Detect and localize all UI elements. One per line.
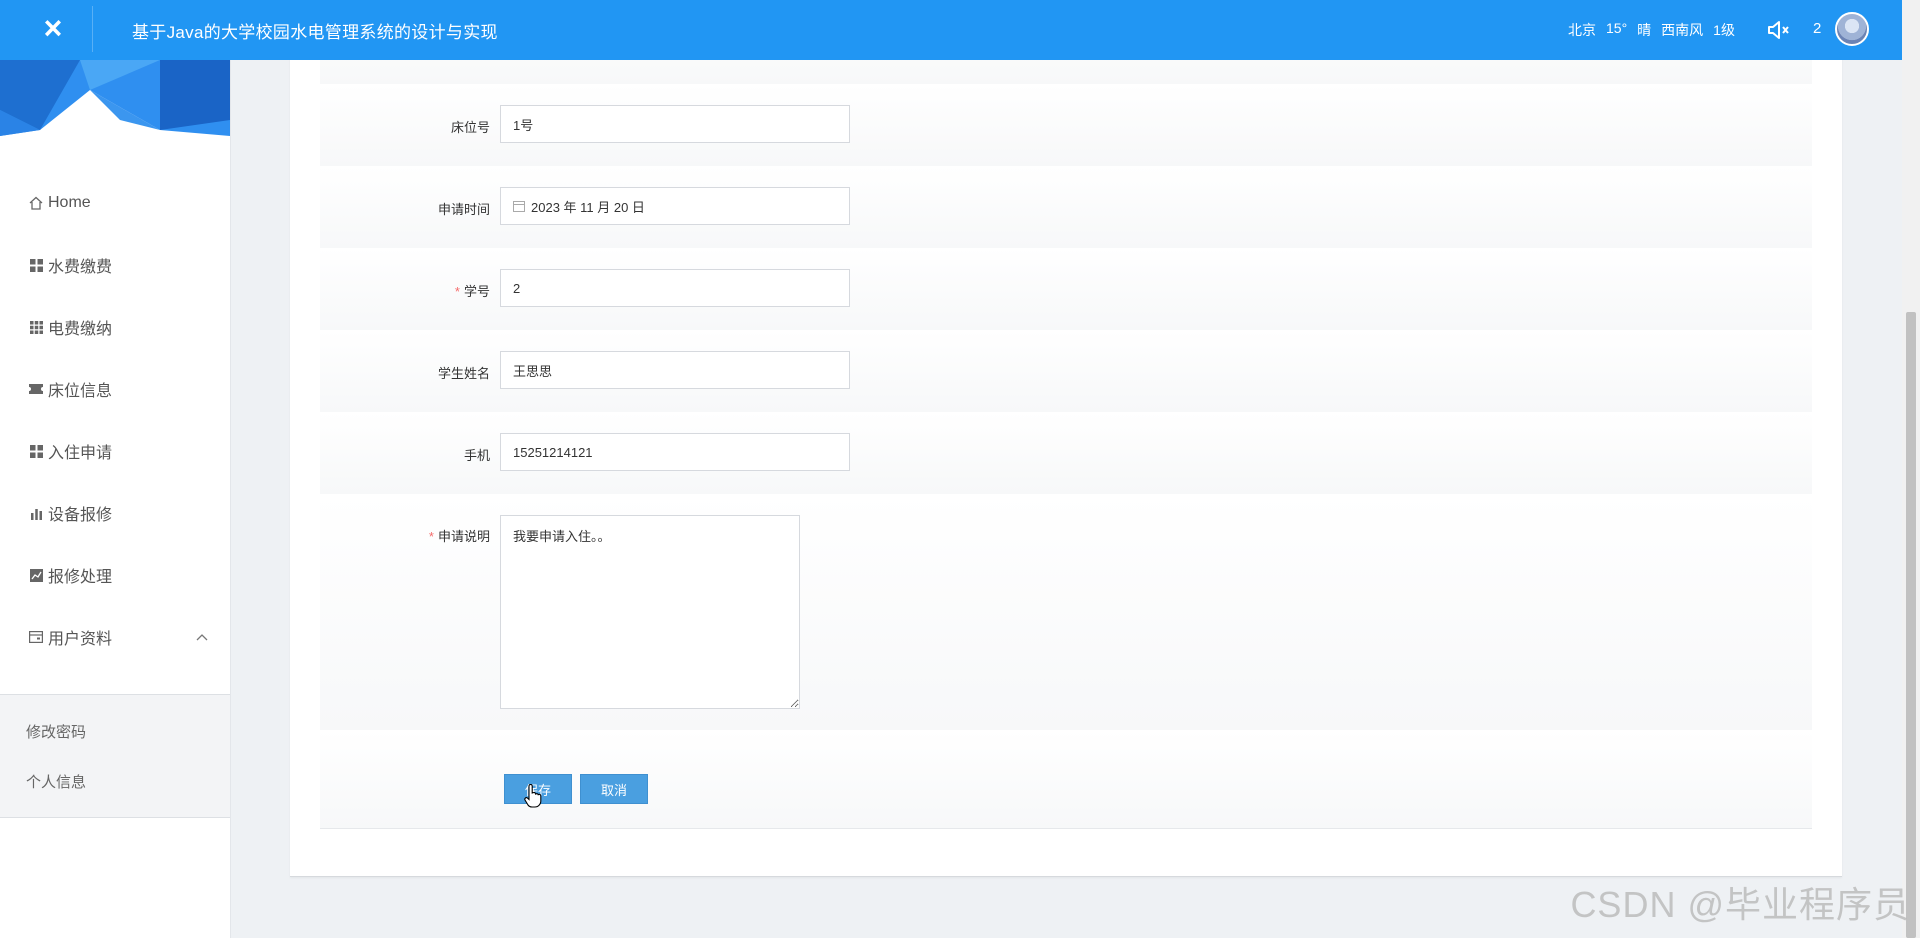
apply-time-input[interactable]: 2023 年 11 月 20 日 bbox=[500, 187, 850, 225]
sidebar-menu: Home 水费缴费 电费缴纳 床位信息 入住申请 设备报修 报修处理 用户资料 bbox=[0, 172, 230, 668]
phone-label: 手机 bbox=[463, 448, 490, 463]
card-icon bbox=[28, 629, 44, 645]
submenu-item-personal-info[interactable]: 个人信息 bbox=[0, 756, 230, 806]
calendar-icon bbox=[513, 200, 525, 212]
form-row-phone: 手机 15251214121 bbox=[320, 412, 1812, 495]
grid-9-icon bbox=[28, 319, 44, 335]
form-card: 床位号 1号 申请时间 2023 年 11 月 20 日 * 学号 2 学生姓名 … bbox=[290, 0, 1842, 877]
weather-level: 1级 bbox=[1713, 22, 1735, 38]
weather-widget: 北京 15° 晴 西南风 1级 bbox=[1568, 20, 1735, 40]
sidebar-item-label: 入住申请 bbox=[48, 445, 113, 462]
sidebar-item-label: 用户资料 bbox=[48, 631, 113, 648]
sidebar-item-label: Home bbox=[48, 194, 91, 211]
sidebar-item-checkin-apply[interactable]: 入住申请 bbox=[0, 420, 230, 482]
sidebar: Home 水费缴费 电费缴纳 床位信息 入住申请 设备报修 报修处理 用户资料 … bbox=[0, 60, 231, 938]
ticket-icon bbox=[28, 381, 44, 397]
required-mark: * bbox=[428, 529, 434, 544]
sidebar-banner bbox=[0, 60, 230, 136]
apply-time-label: 申请时间 bbox=[437, 202, 490, 217]
bed-label: 床位号 bbox=[450, 120, 490, 135]
sidebar-item-bed-info[interactable]: 床位信息 bbox=[0, 358, 230, 420]
form-row-student-name: 学生姓名 王思思 bbox=[320, 330, 1812, 413]
line-chart-icon bbox=[28, 567, 44, 583]
student-no-label: * 学号 bbox=[454, 284, 490, 299]
weather-city: 北京 bbox=[1568, 22, 1596, 38]
grid-icon bbox=[28, 443, 44, 459]
scrollbar-thumb[interactable] bbox=[1906, 312, 1916, 938]
form-row-description: * 申请说明 我要申请入住。。 bbox=[320, 494, 1812, 731]
form-row-bed: 床位号 1号 bbox=[320, 84, 1812, 167]
sidebar-item-electric-fee[interactable]: 电费缴纳 bbox=[0, 296, 230, 358]
sidebar-item-repair-handling[interactable]: 报修处理 bbox=[0, 544, 230, 606]
sidebar-item-label: 设备报修 bbox=[48, 507, 113, 524]
grid-icon bbox=[28, 257, 44, 273]
speaker-mute-icon[interactable] bbox=[1764, 16, 1792, 44]
sidebar-item-label: 电费缴纳 bbox=[48, 321, 113, 338]
submenu-item-change-password[interactable]: 修改密码 bbox=[0, 706, 230, 756]
bar-chart-icon bbox=[28, 505, 44, 521]
cancel-button[interactable]: 取消 bbox=[580, 774, 648, 804]
close-icon[interactable]: × bbox=[36, 10, 70, 46]
user-profile-submenu: 修改密码 个人信息 bbox=[0, 694, 230, 818]
sidebar-item-home[interactable]: Home bbox=[0, 172, 230, 234]
hand-cursor-icon bbox=[524, 784, 542, 808]
user-avatar[interactable] bbox=[1835, 12, 1869, 46]
weather-temperature: 15° bbox=[1606, 20, 1628, 36]
required-mark: * bbox=[454, 284, 460, 299]
weather-wind: 西南风 bbox=[1661, 22, 1704, 38]
page-scrollbar[interactable] bbox=[1902, 0, 1920, 938]
apply-time-value: 2023 年 11 月 20 日 bbox=[531, 199, 645, 215]
sidebar-item-equipment-repair[interactable]: 设备报修 bbox=[0, 482, 230, 544]
app-title: 基于Java的大学校园水电管理系统的设计与实现 bbox=[132, 23, 498, 42]
description-label: * 申请说明 bbox=[428, 529, 490, 544]
header-divider bbox=[92, 6, 93, 52]
student-name-input[interactable]: 王思思 bbox=[500, 351, 850, 389]
sidebar-item-label: 水费缴费 bbox=[48, 259, 113, 276]
form-row-actions: 保存 取消 bbox=[320, 730, 1812, 829]
form-row-apply-time: 申请时间 2023 年 11 月 20 日 bbox=[320, 166, 1812, 249]
form-row-student-no: * 学号 2 bbox=[320, 248, 1812, 331]
student-no-input[interactable]: 2 bbox=[500, 269, 850, 307]
chevron-up-icon bbox=[196, 630, 208, 644]
sidebar-item-label: 报修处理 bbox=[48, 569, 113, 586]
sidebar-item-user-profile[interactable]: 用户资料 bbox=[0, 606, 230, 668]
weather-condition: 晴 bbox=[1637, 22, 1652, 38]
phone-input[interactable]: 15251214121 bbox=[500, 433, 850, 471]
bed-input[interactable]: 1号 bbox=[500, 105, 850, 143]
top-header: × 基于Java的大学校园水电管理系统的设计与实现 北京 15° 晴 西南风 1… bbox=[0, 0, 1902, 60]
watermark-text: CSDN @毕业程序员 bbox=[1570, 884, 1910, 925]
notification-count: 2 bbox=[1813, 20, 1822, 37]
home-icon bbox=[28, 195, 44, 211]
sidebar-item-water-fee[interactable]: 水费缴费 bbox=[0, 234, 230, 296]
description-textarea[interactable]: 我要申请入住。。 bbox=[500, 515, 800, 709]
student-name-label: 学生姓名 bbox=[437, 366, 490, 381]
sidebar-item-label: 床位信息 bbox=[48, 383, 113, 400]
